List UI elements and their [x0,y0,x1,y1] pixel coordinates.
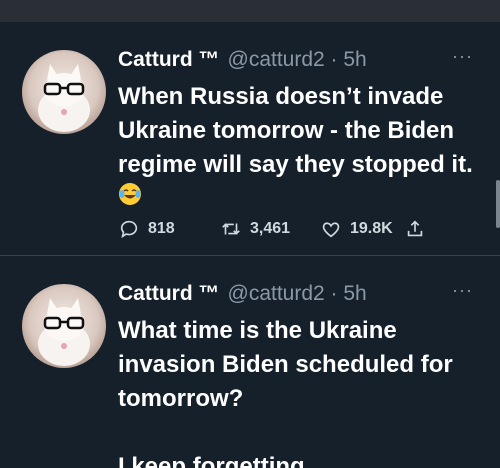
tweet[interactable]: Catturd ™ @catturd2 · 5h ··· What time i… [0,256,500,468]
top-bar [0,0,500,22]
share-button[interactable] [404,216,426,242]
timeline: Catturd ™ @catturd2 · 5h ··· When Russia… [0,22,500,468]
cat-avatar-icon [38,298,90,366]
reply-icon [120,220,138,239]
retweet-button[interactable]: 3,461 [220,216,290,242]
cat-avatar-icon [38,64,90,132]
like-count: 19.8K [350,220,393,237]
author-handle-time[interactable]: @catturd2 · 5h [228,282,367,306]
tweet-header: Catturd ™ @catturd2 · 5h [118,282,367,310]
avatar[interactable] [22,284,106,368]
tweet-text: When Russia doesn’t invade Ukraine tomor… [118,83,473,178]
scrollbar-thumb[interactable] [496,180,500,228]
avatar[interactable] [22,50,106,134]
more-options-button[interactable]: ··· [452,281,480,300]
tweet-header: Catturd ™ @catturd2 · 5h [118,48,367,76]
author-name[interactable]: Catturd ™ [118,282,220,306]
more-horizontal-icon: ··· [452,46,473,66]
reply-count: 818 [148,220,175,237]
share-icon [407,220,423,237]
retweet-icon [222,223,240,235]
tweet[interactable]: Catturd ™ @catturd2 · 5h ··· When Russia… [0,22,500,256]
tweet-actions: 818 3,461 19.8K [118,216,438,242]
more-options-button[interactable]: ··· [452,47,480,66]
more-horizontal-icon: ··· [452,280,473,300]
like-button[interactable]: 19.8K [320,216,393,242]
face-with-tears-of-joy-icon [118,182,142,206]
reply-button[interactable]: 818 [118,216,175,242]
author-handle-time[interactable]: @catturd2 · 5h [228,48,367,72]
heart-icon [322,222,340,238]
author-name[interactable]: Catturd ™ [118,48,220,72]
retweet-count: 3,461 [250,220,291,237]
tweet-text: What time is the Ukraine invasion Biden … [118,317,453,468]
